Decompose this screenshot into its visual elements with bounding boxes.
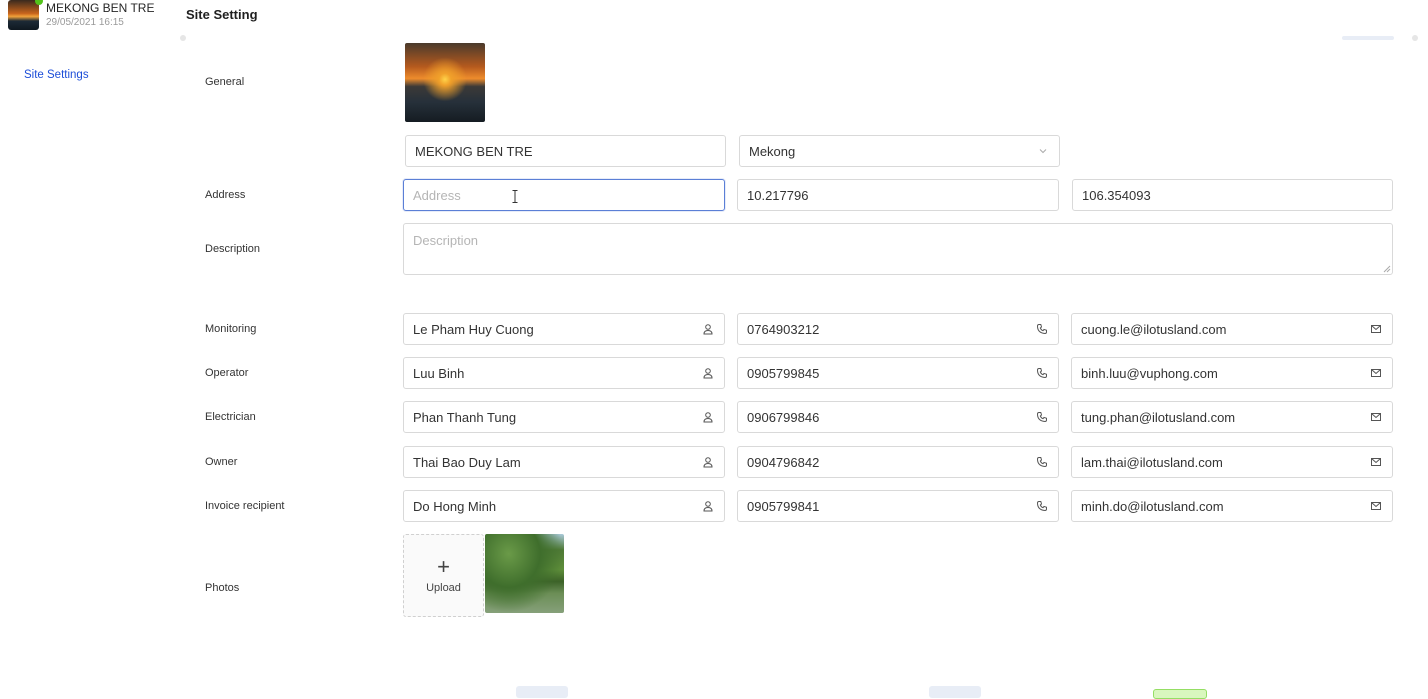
longitude-input[interactable]: 106.354093 [1072,179,1393,211]
user-icon [701,499,715,513]
electrician-email-input[interactable]: tung.phan@ilotusland.com [1071,401,1393,433]
photos-label: Photos [205,582,240,594]
phone-icon [1035,410,1049,424]
status-badge [1153,689,1207,699]
description-textarea[interactable]: Description [403,223,1393,275]
mail-icon [1369,499,1383,513]
user-icon [701,455,715,469]
address-input[interactable]: Address [403,179,725,211]
monitoring-email-input[interactable]: cuong.le@ilotusland.com [1071,313,1393,345]
general-label: General [205,76,245,88]
electrician-phone-input[interactable]: 0906799846 [737,401,1059,433]
owner-label: Owner [205,456,238,468]
electrician-label: Electrician [205,411,256,423]
bottom-action-button-2[interactable] [929,686,981,698]
operator-email-input[interactable]: binh.luu@vuphong.com [1071,357,1393,389]
monitoring-name-input[interactable]: Le Pham Huy Cuong [403,313,725,345]
owner-phone-input[interactable]: 0904796842 [737,446,1059,478]
phone-icon [1035,455,1049,469]
collapse-handle[interactable] [180,35,186,41]
user-icon [701,366,715,380]
sidebar-item-site-settings[interactable]: Site Settings [24,69,89,81]
phone-icon [1035,322,1049,336]
text-cursor-icon [512,190,518,203]
site-logo-image[interactable] [405,43,485,122]
owner-name-input[interactable]: Thai Bao Duy Lam [403,446,725,478]
user-icon [701,322,715,336]
scroll-handle[interactable] [1412,35,1418,41]
mail-icon [1369,322,1383,336]
description-label: Description [205,243,261,255]
plus-icon: + [437,554,450,579]
invoice-recipient-email-input[interactable]: minh.do@ilotusland.com [1071,490,1393,522]
photo-thumbnail[interactable] [485,534,564,613]
mail-icon [1369,366,1383,380]
electrician-name-input[interactable]: Phan Thanh Tung [403,401,725,433]
invoice-recipient-label: Invoice recipient [205,500,285,512]
operator-name-input[interactable]: Luu Binh [403,357,725,389]
site-name: MEKONG BEN TRE [46,1,155,15]
site-name-input[interactable]: MEKONG BEN TRE [405,135,726,167]
site-date: 29/05/2021 16:15 [46,17,124,28]
resize-grip-icon[interactable] [1383,265,1391,273]
online-status-dot [35,0,43,5]
page-title: Site Setting [186,7,258,22]
latitude-input[interactable]: 10.217796 [737,179,1059,211]
upload-photo-button[interactable]: + Upload [403,534,484,617]
sidebar: MEKONG BEN TRE 29/05/2021 16:15 Site Set… [0,0,182,695]
address-label: Address [205,189,246,201]
bottom-action-button-1[interactable] [516,686,568,698]
top-action-button[interactable] [1342,36,1394,40]
operator-label: Operator [205,367,249,379]
mail-icon [1369,455,1383,469]
phone-icon [1035,366,1049,380]
invoice-recipient-phone-input[interactable]: 0905799841 [737,490,1059,522]
user-icon [701,410,715,424]
region-select[interactable]: Mekong [739,135,1060,167]
monitoring-label: Monitoring [205,323,257,335]
site-thumbnail [8,0,39,30]
operator-phone-input[interactable]: 0905799845 [737,357,1059,389]
monitoring-phone-input[interactable]: 0764903212 [737,313,1059,345]
owner-email-input[interactable]: lam.thai@ilotusland.com [1071,446,1393,478]
invoice-recipient-name-input[interactable]: Do Hong Minh [403,490,725,522]
mail-icon [1369,410,1383,424]
chevron-down-icon [1036,144,1050,158]
phone-icon [1035,499,1049,513]
